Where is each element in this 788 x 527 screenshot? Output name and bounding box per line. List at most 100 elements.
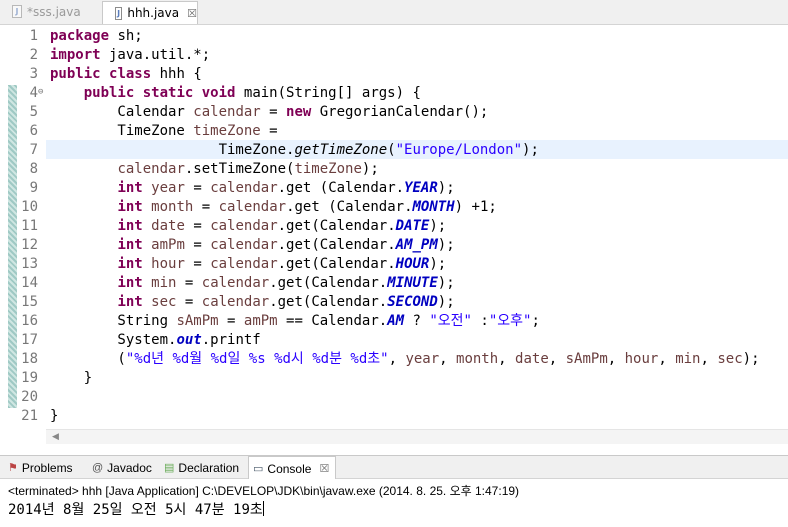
- console-output: 2014년 8월 25일 오전 5시 47분 19초: [8, 499, 264, 519]
- code-token: "%d년 %d월 %d일 %s %d시 %d분 %d초": [125, 351, 389, 367]
- code-text: TimeZone timeZone =: [50, 122, 278, 141]
- console-status: <terminated> hhh [Java Application] C:\D…: [8, 484, 520, 498]
- console-view[interactable]: <terminated> hhh [Java Application] C:\D…: [0, 479, 788, 527]
- code-token: int: [117, 294, 143, 310]
- line-number: 10: [21, 199, 38, 215]
- code-line[interactable]: 9 int year = calendar.get (Calendar.YEAR…: [0, 179, 788, 198]
- close-icon[interactable]: ☒: [187, 7, 197, 20]
- code-token: =: [184, 237, 211, 253]
- code-line[interactable]: 1 package sh;: [0, 27, 788, 46]
- code-token: sec: [717, 351, 743, 367]
- scroll-left-icon[interactable]: ◀: [52, 430, 59, 444]
- tab-console[interactable]: ▭ Console ☒: [248, 456, 337, 480]
- code-line[interactable]: 3 public class hhh {: [0, 65, 788, 84]
- line-number: 15: [21, 294, 38, 310]
- code-text: int date = calendar.get(Calendar.DATE);: [50, 217, 446, 236]
- code-token: .printf: [201, 332, 261, 348]
- code-line[interactable]: 15 int sec = calendar.get(Calendar.SECON…: [0, 293, 788, 312]
- text-cursor: [262, 501, 264, 516]
- code-line[interactable]: 17 System.out.printf: [0, 331, 788, 350]
- tab-console-label: Console: [267, 461, 312, 476]
- code-token: new: [286, 104, 312, 120]
- code-token: .get(Calendar.: [277, 256, 396, 272]
- horizontal-scrollbar[interactable]: ◀: [46, 429, 788, 444]
- code-token: java.util.*;: [100, 47, 211, 63]
- code-token: static: [142, 85, 194, 101]
- code-line[interactable]: 16 String sAmPm = amPm == Calendar.AM ? …: [0, 312, 788, 331]
- code-token: year: [151, 180, 185, 196]
- code-token: ,: [607, 351, 625, 367]
- code-token: calendar: [218, 199, 287, 215]
- code-line[interactable]: 14 int min = calendar.get(Calendar.MINUT…: [0, 274, 788, 293]
- code-token: ,: [700, 351, 718, 367]
- fold-collapse-icon[interactable]: ⊖: [38, 84, 43, 101]
- code-token: month: [151, 199, 194, 215]
- code-line[interactable]: 4 ⊖ public static void main(String[] args…: [0, 84, 788, 103]
- code-token: String: [50, 313, 177, 329]
- code-line[interactable]: 11 int date = calendar.get(Calendar.DATE…: [0, 217, 788, 236]
- code-line[interactable]: 18 ("%d년 %d월 %d일 %s %d시 %d분 %d초", year, …: [0, 350, 788, 369]
- code-token: sec: [151, 294, 177, 310]
- code-token: == Calendar.: [277, 313, 388, 329]
- code-token: .setTimeZone(: [184, 161, 295, 177]
- code-line[interactable]: 2 import java.util.*;: [0, 46, 788, 65]
- line-number: 9: [29, 180, 38, 196]
- code-text: int amPm = calendar.get(Calendar.AM_PM);: [50, 236, 454, 255]
- line-number: 16: [21, 313, 38, 329]
- line-number: 5: [29, 104, 38, 120]
- code-line[interactable]: 13 int hour = calendar.get(Calendar.HOUR…: [0, 255, 788, 274]
- editor-tab-sss-java[interactable]: J *sss.java: [0, 0, 100, 23]
- code-line[interactable]: 20: [0, 388, 788, 407]
- code-token: import: [50, 47, 101, 63]
- code-line[interactable]: 6 TimeZone timeZone =: [0, 122, 788, 141]
- code-line[interactable]: 21}: [0, 407, 788, 426]
- code-token: =: [176, 294, 202, 310]
- code-line[interactable]: 5 Calendar calendar = new GregorianCalen…: [0, 103, 788, 122]
- line-number: 11: [21, 218, 38, 234]
- code-text: System.out.printf: [50, 331, 261, 350]
- code-text: TimeZone.getTimeZone("Europe/London");: [50, 141, 539, 160]
- code-token: calendar: [210, 218, 278, 234]
- code-line[interactable]: 8 calendar.setTimeZone(timeZone);: [0, 160, 788, 179]
- code-line[interactable]: 10 int month = calendar.get (Calendar.MO…: [0, 198, 788, 217]
- code-line[interactable]: 19 }: [0, 369, 788, 388]
- code-token: date: [515, 351, 549, 367]
- code-token: TimeZone: [50, 123, 194, 139]
- line-number: 12: [21, 237, 38, 253]
- code-text: calendar.setTimeZone(timeZone);: [50, 160, 378, 179]
- code-token: ,: [548, 351, 566, 367]
- code-token: int: [117, 237, 143, 253]
- line-number: 20: [21, 389, 38, 405]
- editor-tab-hhh-java[interactable]: J hhh.java ☒: [102, 1, 198, 24]
- code-token: );: [437, 180, 455, 196]
- code-token: (: [50, 351, 126, 367]
- code-line[interactable]: 12 int amPm = calendar.get(Calendar.AM_P…: [0, 236, 788, 255]
- close-icon[interactable]: ☒: [319, 462, 329, 475]
- code-token: .get(Calendar.: [269, 294, 388, 310]
- tab-problems[interactable]: ⚑ Problems: [8, 456, 73, 479]
- line-number: 21: [21, 408, 38, 424]
- code-token: AM_PM: [395, 237, 438, 253]
- code-token: "오후": [488, 313, 532, 329]
- code-token: month: [456, 351, 499, 367]
- code-token: calendar: [210, 256, 278, 272]
- console-icon: ▭: [253, 463, 264, 475]
- code-token: );: [437, 294, 455, 310]
- code-token: ,: [388, 351, 406, 367]
- javadoc-icon: @: [92, 461, 104, 474]
- code-editor[interactable]: 1 package sh; 2 import java.util.*; 3 public …: [0, 25, 788, 445]
- tab-javadoc[interactable]: @ Javadoc: [92, 456, 152, 479]
- code-token: =: [260, 123, 278, 139]
- code-token: (: [387, 142, 396, 158]
- code-line[interactable]: 7 TimeZone.getTimeZone("Europe/London");: [0, 141, 788, 160]
- code-text: int month = calendar.get (Calendar.MONTH…: [50, 198, 496, 217]
- java-file-icon: J: [12, 5, 22, 18]
- tab-declaration[interactable]: ▤ Declaration: [164, 456, 239, 479]
